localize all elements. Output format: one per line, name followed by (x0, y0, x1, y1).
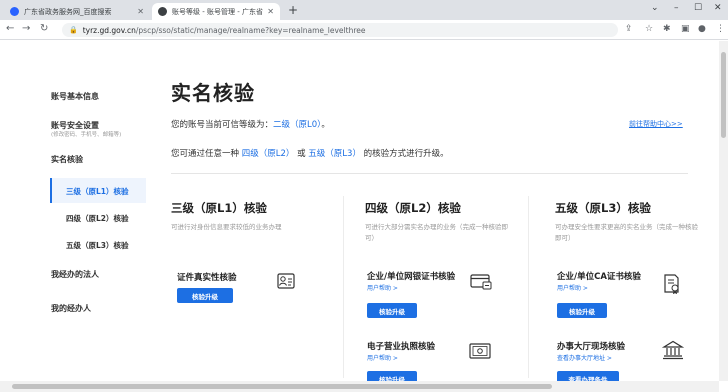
minimize-icon[interactable]: – (674, 3, 679, 13)
hall-address-link[interactable]: 查看办事大厅地址 > (557, 353, 612, 362)
site-favicon-icon (158, 7, 167, 16)
tab-close-icon[interactable]: ✕ (137, 7, 144, 16)
url-host: tyrz.gd.gov.cn (82, 25, 136, 35)
user-help-link[interactable]: 用户帮助 > (557, 283, 588, 292)
url-field[interactable]: 🔒 tyrz.gd.gov.cn /pscp/sso/static/manage… (62, 23, 618, 37)
profile-icon[interactable]: ● (698, 24, 706, 34)
browser-tab-baidu[interactable]: 广东省政务服务网_百度搜索 ✕ (4, 3, 150, 20)
verify-upgrade-button[interactable]: 核验升级 (367, 303, 417, 318)
tab-close-icon[interactable]: ✕ (267, 7, 274, 16)
user-help-link[interactable]: 用户帮助 > (367, 283, 398, 292)
ca-certificate-icon (664, 274, 679, 294)
sidebar-active-indicator (50, 178, 52, 203)
verify-upgrade-button[interactable]: 核验升级 (177, 288, 233, 303)
column-title-level4: 四级（原L2）核验 (365, 201, 461, 215)
sidebar-item-account-info[interactable]: 账号基本信息 (51, 91, 99, 102)
sidebar-item-level3[interactable]: 三级（原L1）核验 (66, 186, 129, 197)
column-divider (528, 196, 529, 378)
method-name: 办事大厅现场核验 (557, 342, 626, 352)
browser-tab-account[interactable]: 账号等级 - 账号管理 - 广东省统 ✕ (152, 3, 280, 20)
verify-upgrade-button[interactable]: 核验升级 (557, 303, 607, 318)
tab-search-icon[interactable]: ⌄ (651, 3, 659, 13)
share-icon[interactable]: ⇪ (625, 24, 633, 34)
method-name: 企业/单位CA证书核验 (557, 272, 641, 282)
hint-or: 或 (297, 149, 306, 159)
baidu-favicon-icon (10, 7, 19, 16)
method-name: 企业/单位网银证书核验 (367, 272, 456, 282)
lock-icon: 🔒 (69, 26, 78, 34)
id-card-icon (277, 273, 295, 289)
reload-icon[interactable]: ↻ (40, 23, 48, 34)
business-license-icon (469, 343, 491, 359)
menu-kebab-icon[interactable]: ⋮ (716, 24, 725, 34)
sidebar-item-level4[interactable]: 四级（原L2）核验 (66, 213, 129, 224)
tab-title: 账号等级 - 账号管理 - 广东省统 (172, 7, 264, 16)
sidebar-item-level5[interactable]: 五级（原L3）核验 (66, 240, 129, 251)
column-desc-level5: 可办理安全性要求更高的实名业务（完成一种核验即可） (555, 223, 698, 242)
sidebar-item-my-legal[interactable]: 我经办的法人 (51, 269, 99, 280)
upgrade-hint-text: 您可通过任意一种 四级（原L2） 或 五级（原L3） 的核验方式进行升级。 (171, 147, 449, 159)
hint-suffix: 的核验方式进行升级。 (363, 149, 449, 159)
address-bar-row: ← → ↻ 🔒 tyrz.gd.gov.cn /pscp/sso/static/… (0, 20, 728, 40)
browser-tab-bar: 广东省政务服务网_百度搜索 ✕ 账号等级 - 账号管理 - 广东省统 ✕ + ⌄… (0, 0, 728, 20)
divider (171, 173, 688, 174)
hint-level4: 四级（原L2） (241, 149, 295, 159)
sidebar-item-security-sub: (修改密码、手机号、邮箱等) (51, 132, 122, 138)
current-level-text: 您的账号当前可信等级为：二级（原L0）。 (171, 118, 330, 130)
column-desc-level4: 可进行大部分需实名办理的业务（完成一种核验即可） (365, 223, 508, 242)
level-suffix: 。 (321, 120, 330, 130)
government-hall-icon (662, 340, 684, 360)
hint-prefix: 您可通过任意一种 (171, 149, 240, 159)
vertical-scrollbar-thumb[interactable] (721, 52, 726, 138)
bookmark-star-icon[interactable]: ☆ (645, 24, 653, 34)
forward-arrow-icon[interactable]: → (22, 23, 30, 34)
method-name: 证件真实性核验 (177, 273, 237, 283)
sidebar-item-verify[interactable]: 实名核验 (51, 154, 83, 165)
new-tab-button[interactable]: + (288, 3, 298, 17)
column-title-level3: 三级（原L1）核验 (171, 201, 267, 215)
column-desc-level3: 可进行对身份信息要求较低的业务办理 (171, 223, 282, 231)
url-path: /pscp/sso/static/manage/realname?key=rea… (135, 25, 366, 35)
page-title: 实名核验 (171, 81, 255, 105)
close-window-icon[interactable]: ✕ (714, 3, 722, 13)
hint-level5: 五级（原L3） (308, 149, 361, 159)
side-panel-icon[interactable]: ▣ (681, 24, 690, 34)
user-help-link[interactable]: 用户帮助 > (367, 353, 398, 362)
column-title-level5: 五级（原L3）核验 (555, 201, 651, 215)
current-level-value: 二级（原L0） (273, 120, 322, 130)
extensions-icon[interactable]: ✱ (663, 24, 671, 34)
help-center-link[interactable]: 前往帮助中心>> (629, 119, 683, 129)
level-prefix: 您的账号当前可信等级为： (171, 120, 274, 130)
bank-card-icon (470, 274, 492, 290)
maximize-icon[interactable]: ☐ (694, 3, 702, 13)
tab-title: 广东省政务服务网_百度搜索 (24, 7, 112, 16)
column-divider (343, 196, 344, 378)
horizontal-scrollbar-thumb[interactable] (12, 384, 552, 389)
sidebar-item-my-agent[interactable]: 我的经办人 (51, 303, 91, 314)
back-arrow-icon[interactable]: ← (6, 23, 14, 34)
method-name: 电子营业执照核验 (367, 342, 436, 352)
